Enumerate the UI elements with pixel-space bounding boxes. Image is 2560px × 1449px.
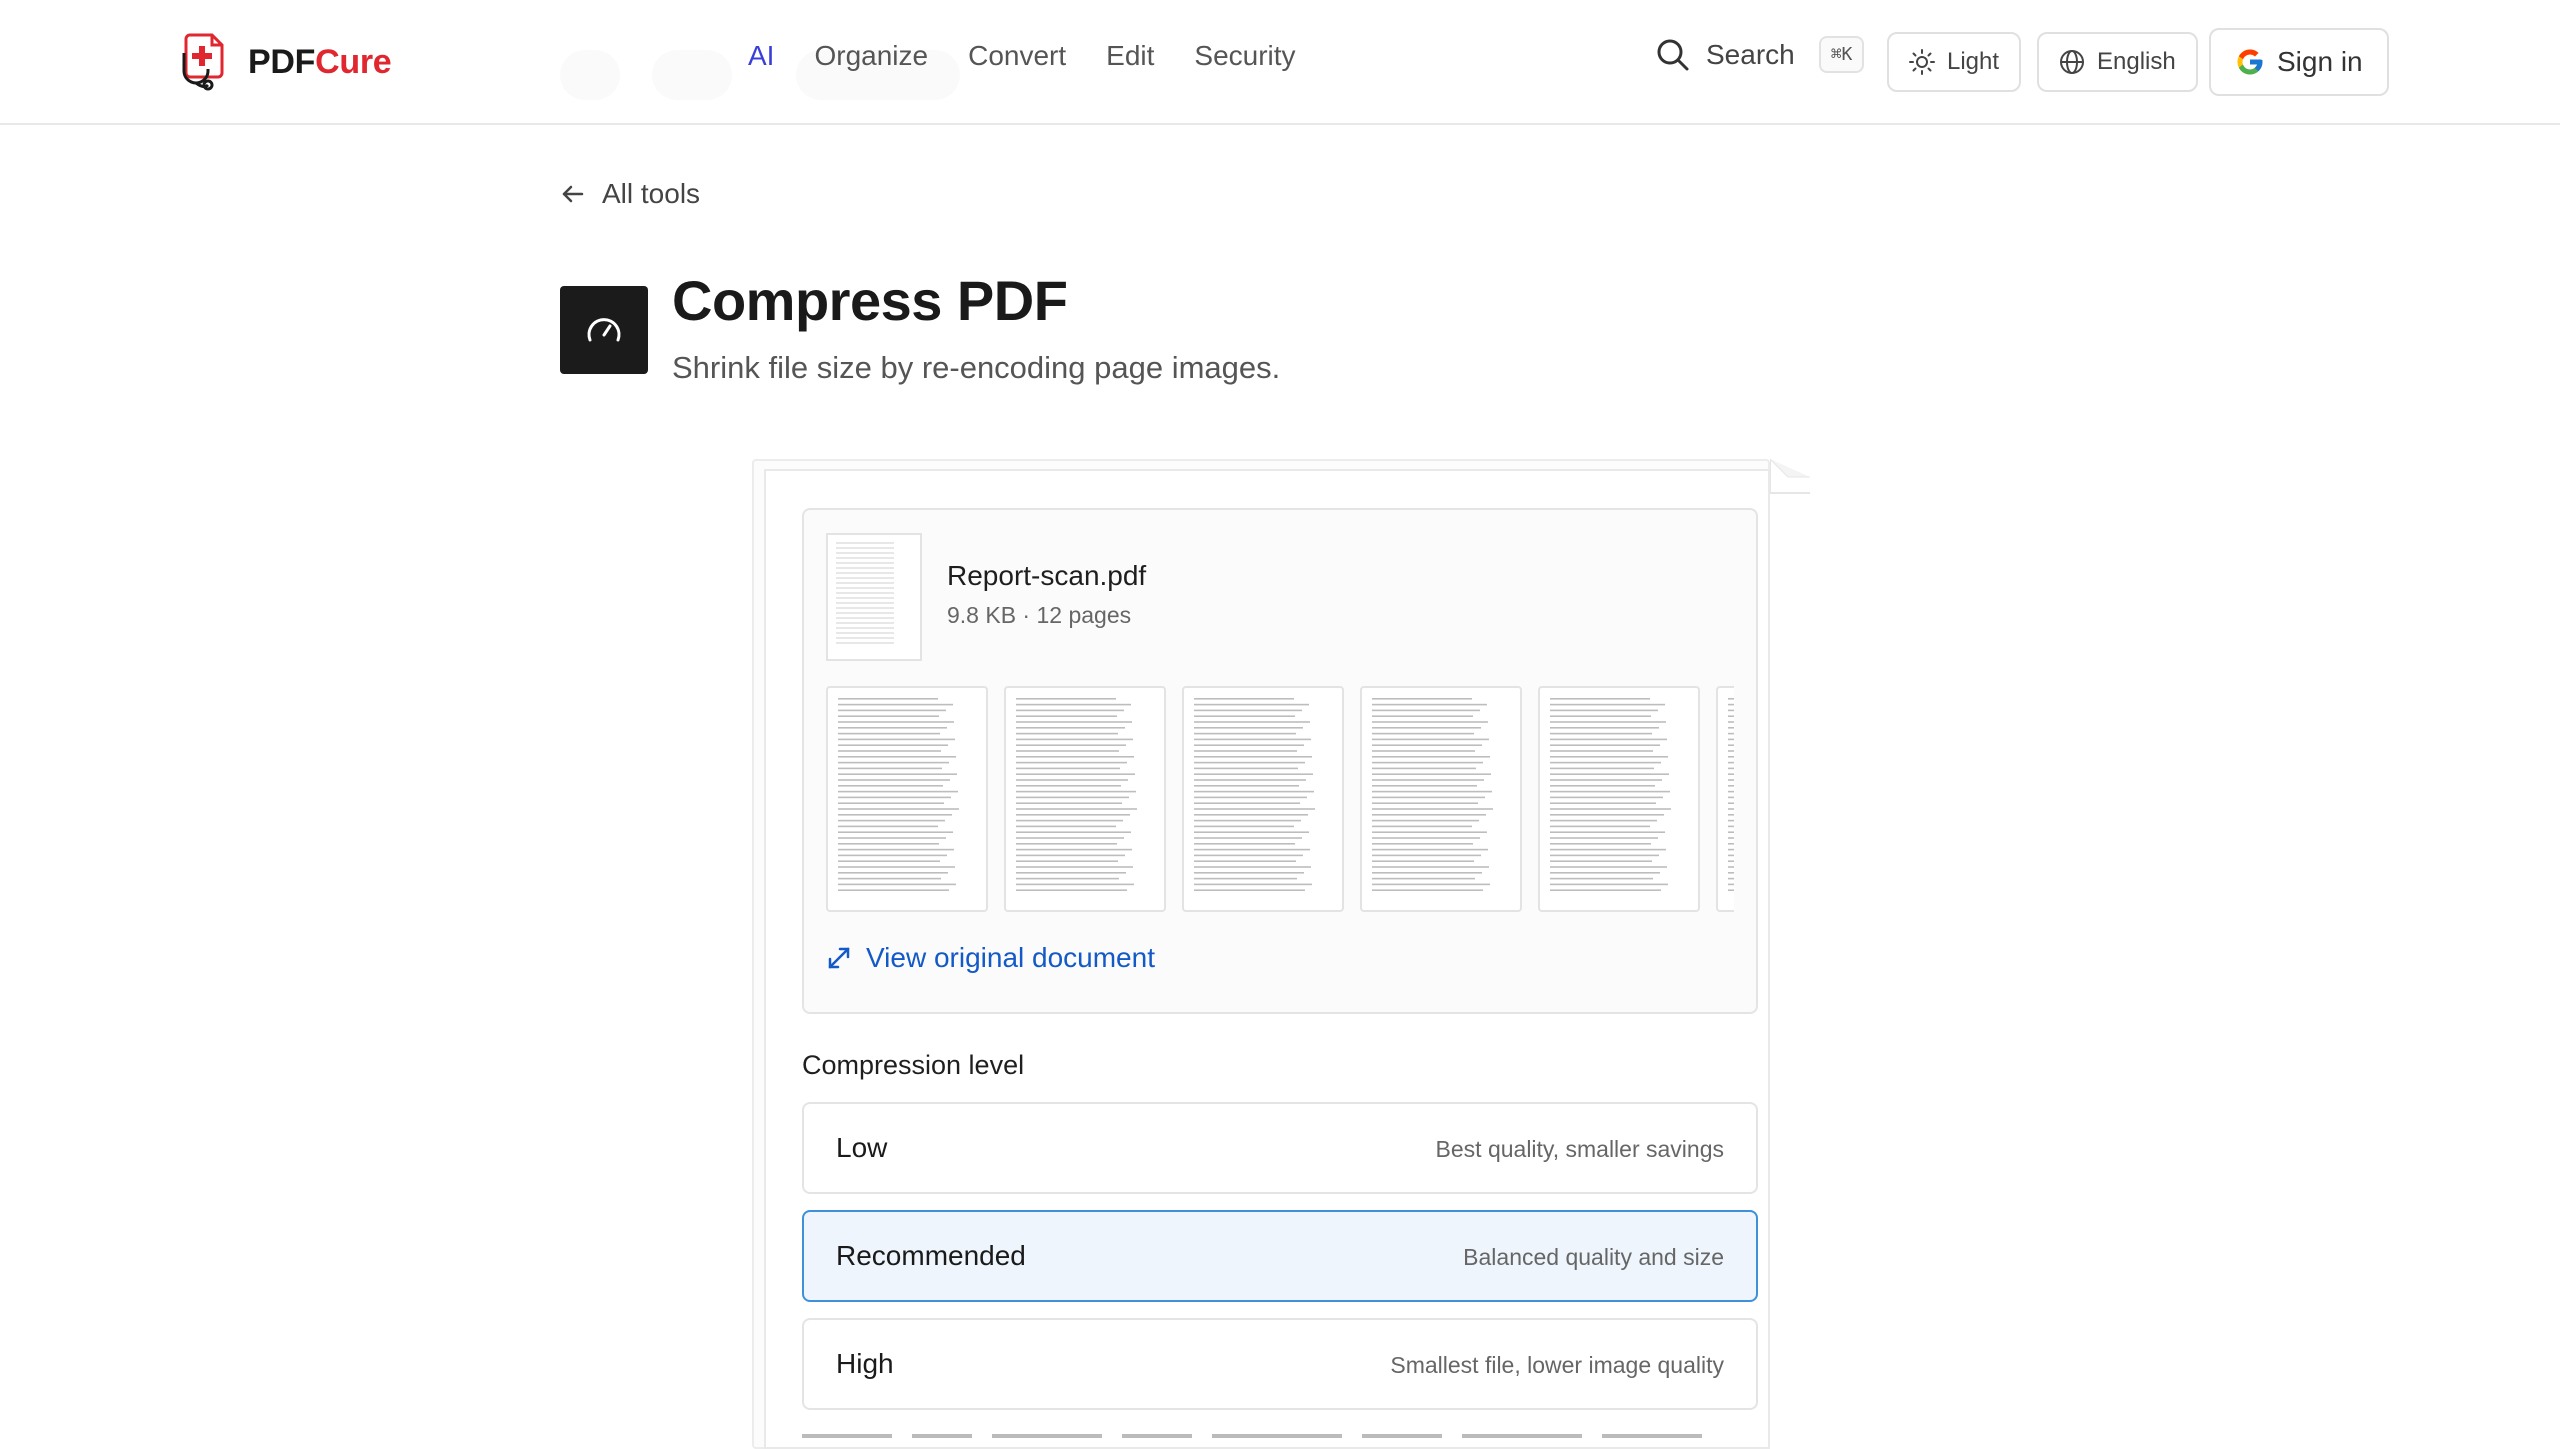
nav-organize[interactable]: Organize xyxy=(814,40,928,72)
brand-logo-link[interactable]: PDFCure xyxy=(176,30,392,94)
main-nav: AI Organize Convert Edit Security xyxy=(748,40,1296,72)
back-to-all-tools-link[interactable]: All tools xyxy=(560,178,700,210)
page-thumbnail[interactable] xyxy=(826,686,988,912)
page-text-lines xyxy=(838,698,959,891)
tool-icon-tile xyxy=(560,286,648,374)
option-description: Best quality, smaller savings xyxy=(1435,1136,1724,1162)
nav-ai[interactable]: AI xyxy=(748,40,774,72)
nav-convert[interactable]: Convert xyxy=(968,40,1066,72)
compression-level-label: Compression level xyxy=(802,1050,1025,1080)
faded-nav-placeholder xyxy=(652,50,732,100)
page-subtitle: Shrink file size by re-encoding page ima… xyxy=(672,350,1281,385)
option-title: Low xyxy=(836,1132,888,1163)
language-label: English xyxy=(2097,48,2176,75)
globe-icon xyxy=(2060,50,2084,74)
arrow-left-icon xyxy=(562,185,584,203)
sun-icon xyxy=(1909,49,1935,75)
google-g-icon xyxy=(2237,49,2263,75)
view-original-label: View original document xyxy=(866,942,1155,973)
google-sign-in-button[interactable]: Sign in xyxy=(2209,28,2389,96)
nav-security[interactable]: Security xyxy=(1194,40,1295,72)
search-icon xyxy=(1657,39,1689,70)
option-description: Smallest file, lower image quality xyxy=(1390,1352,1724,1378)
page-text-lines xyxy=(1550,698,1671,891)
faded-nav-placeholder xyxy=(560,50,620,100)
back-label: All tools xyxy=(602,178,701,209)
page-thumbnails-strip[interactable] xyxy=(826,686,1734,914)
search-label: Search xyxy=(1706,38,1795,70)
page-thumbnail[interactable] xyxy=(1716,686,1734,912)
top-navigation-bar: PDFCure AI Organize Convert Edit Securit… xyxy=(0,0,2560,125)
speedometer-icon xyxy=(587,318,621,342)
language-selector-button[interactable]: English xyxy=(2037,32,2198,92)
page-text-lines xyxy=(1728,698,1734,891)
page-thumbnail[interactable] xyxy=(1004,686,1166,912)
cut-off-text-line xyxy=(802,1434,1702,1438)
page-thumbnail[interactable] xyxy=(1182,686,1344,912)
brand-name: PDFCure xyxy=(248,42,392,81)
option-description: Balanced quality and size xyxy=(1463,1244,1724,1270)
file-meta: 9.8 KB · 12 pages xyxy=(947,602,1132,628)
compression-option-high[interactable]: High Smallest file, lower image quality xyxy=(802,1318,1758,1410)
nav-edit[interactable]: Edit xyxy=(1106,40,1154,72)
view-original-document-link[interactable]: View original document xyxy=(826,942,1155,974)
page-corner-fold-icon xyxy=(1770,459,1810,494)
page-thumbnail[interactable] xyxy=(1360,686,1522,912)
file-name: Report-scan.pdf xyxy=(947,560,1147,591)
theme-toggle-button[interactable]: Light xyxy=(1887,32,2022,92)
search-button[interactable]: Search ⌘K xyxy=(1656,36,1865,73)
sign-in-label: Sign in xyxy=(2277,46,2363,77)
search-shortcut-badge: ⌘K xyxy=(1818,36,1865,73)
page-text-lines xyxy=(1016,698,1137,891)
pdf-stethoscope-logo-icon xyxy=(182,33,224,91)
page-text-lines xyxy=(1194,698,1315,891)
page-text-lines xyxy=(1372,698,1493,891)
expand-icon xyxy=(828,947,850,969)
page-title: Compress PDF xyxy=(672,269,1068,332)
page-thumbnail[interactable] xyxy=(1538,686,1700,912)
option-title: Recommended xyxy=(836,1240,1026,1271)
compression-option-recommended[interactable]: Recommended Balanced quality and size xyxy=(802,1210,1758,1302)
theme-label: Light xyxy=(1947,48,2000,75)
option-title: High xyxy=(836,1348,894,1379)
compression-option-low[interactable]: Low Best quality, smaller savings xyxy=(802,1102,1758,1194)
file-thumbnail xyxy=(826,533,922,661)
